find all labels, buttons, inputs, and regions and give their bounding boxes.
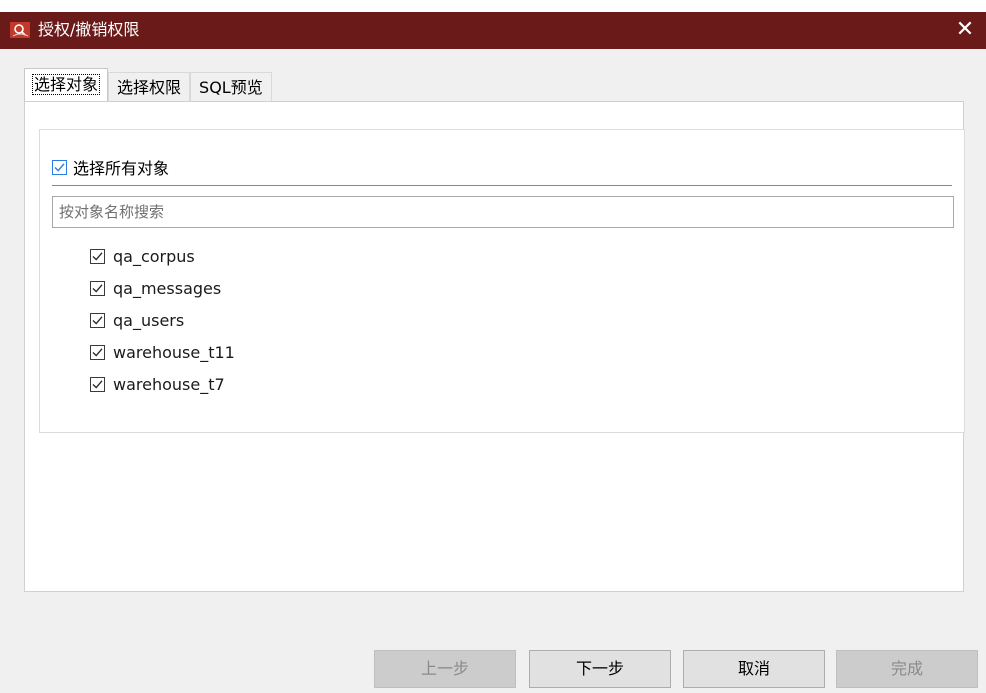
app-logo-icon — [10, 22, 30, 38]
object-list: qa_corpus qa_messages qa_users warehouse… — [90, 240, 235, 400]
tab-label: SQL预览 — [199, 78, 263, 97]
tab-strip: 选择对象 选择权限 SQL预览 — [24, 68, 272, 102]
checkmark-icon — [92, 251, 103, 261]
finish-button[interactable]: 完成 — [836, 650, 978, 688]
checkbox[interactable] — [90, 280, 105, 296]
object-search-input[interactable] — [52, 196, 954, 228]
object-name: warehouse_t7 — [113, 374, 225, 394]
prev-button[interactable]: 上一步 — [374, 650, 516, 688]
objects-group: 选择所有对象 qa_corpus — [39, 129, 965, 433]
list-item[interactable]: qa_messages — [90, 272, 235, 304]
object-name: qa_corpus — [113, 246, 195, 266]
checkmark-icon — [92, 379, 103, 389]
checkbox[interactable] — [90, 376, 105, 392]
checkmark-icon — [92, 315, 103, 325]
close-icon: ✕ — [955, 17, 975, 42]
cancel-button[interactable]: 取消 — [683, 650, 825, 688]
tab-panel-select-objects: 选择所有对象 qa_corpus — [24, 101, 965, 592]
divider — [52, 185, 952, 186]
select-all-label: 选择所有对象 — [73, 159, 170, 178]
select-all-checkbox[interactable]: 选择所有对象 — [52, 155, 169, 179]
tab-label: 选择权限 — [117, 78, 182, 97]
list-item[interactable]: qa_users — [90, 304, 235, 336]
checkmark-icon — [92, 347, 103, 357]
checkmark-icon — [54, 162, 65, 172]
checkbox[interactable] — [90, 344, 105, 360]
tab-select-objects[interactable]: 选择对象 — [24, 68, 109, 102]
checkbox[interactable] — [90, 312, 105, 328]
tab-label: 选择对象 — [31, 74, 101, 95]
list-item[interactable]: qa_corpus — [90, 240, 235, 272]
checkbox[interactable] — [90, 248, 105, 264]
dialog-footer: 上一步 下一步 取消 完成 — [0, 650, 986, 690]
checkmark-icon — [92, 283, 103, 293]
list-item[interactable]: warehouse_t11 — [90, 336, 235, 368]
object-name: warehouse_t11 — [113, 342, 235, 362]
list-item[interactable]: warehouse_t7 — [90, 368, 235, 400]
object-name: qa_messages — [113, 278, 222, 298]
close-button[interactable]: ✕ — [950, 15, 980, 45]
window-title: 授权/撤销权限 — [38, 20, 140, 39]
next-button[interactable]: 下一步 — [529, 650, 671, 688]
tab-select-privileges[interactable]: 选择权限 — [108, 72, 191, 102]
tab-sql-preview[interactable]: SQL预览 — [190, 72, 272, 102]
grant-revoke-dialog: 授权/撤销权限 ✕ 选择对象 选择权限 SQL预览 选择所有对象 按对象名称搜索… — [0, 0, 986, 693]
titlebar: 授权/撤销权限 ✕ — [0, 0, 986, 49]
object-name: qa_users — [113, 310, 185, 330]
checkbox[interactable] — [52, 159, 67, 175]
titlebar-bar: 授权/撤销权限 ✕ — [0, 12, 986, 49]
